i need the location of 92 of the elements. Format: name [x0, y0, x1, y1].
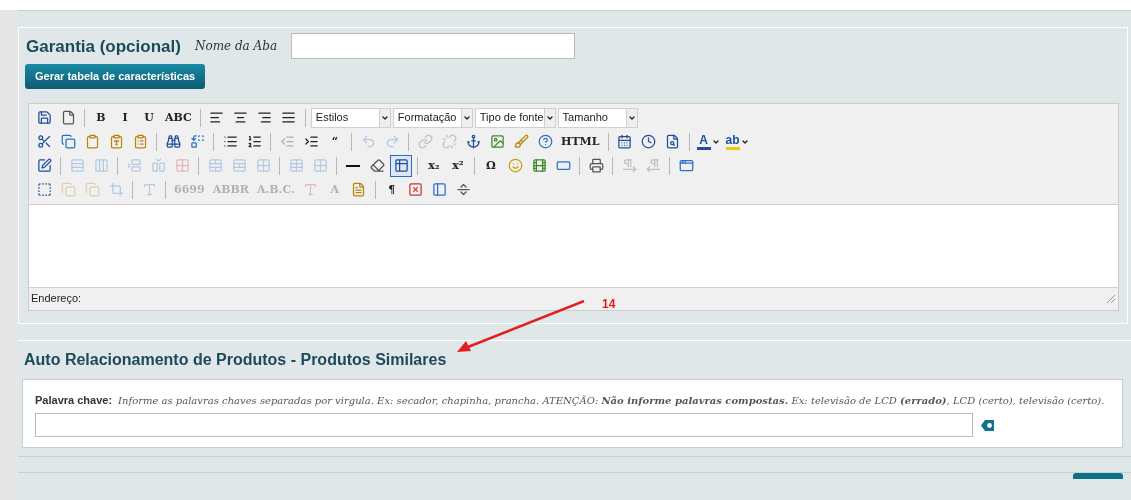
- toolbar-button[interactable]: HTML: [558, 130, 603, 153]
- table-icon: [288, 158, 304, 173]
- eraser-icon: [369, 158, 385, 173]
- toolbar-button[interactable]: ABC: [162, 106, 195, 129]
- window-icon: [678, 158, 694, 173]
- insert-column-icon: [150, 158, 166, 173]
- dropdown-label: Tipo de fonte: [479, 110, 544, 126]
- numbered-list-icon: [246, 134, 262, 149]
- toolbar-button[interactable]: x²: [447, 154, 469, 177]
- clock-icon: [641, 134, 656, 149]
- calendar-icon: [617, 134, 632, 149]
- copy-icon: [60, 182, 76, 197]
- unlink-icon: [441, 134, 457, 149]
- table-icon: [393, 158, 409, 173]
- save-icon: [36, 110, 52, 125]
- toolbar-button[interactable]: [390, 154, 412, 177]
- toolbar-button[interactable]: “: [324, 130, 346, 153]
- toolbar-button[interactable]: Ω: [480, 154, 502, 177]
- status-label: Endereço:: [31, 291, 82, 307]
- link-icon: [417, 134, 433, 149]
- color-button[interactable]: A: [694, 130, 722, 153]
- cell-grid-icon: [255, 158, 271, 173]
- clipboard-icon: [84, 134, 100, 149]
- help-icon: [537, 134, 553, 149]
- tab-name-field[interactable]: [291, 32, 576, 59]
- align-left-icon: [209, 110, 225, 125]
- scissors-icon: [36, 134, 52, 149]
- color-button[interactable]: ab: [723, 130, 751, 153]
- strikethrough-icon: [303, 182, 319, 197]
- clipboard-text-icon: [108, 134, 124, 149]
- toolbar-button[interactable]: U: [138, 106, 160, 129]
- page-icon: [60, 110, 76, 125]
- dropdown-label: Estilos: [315, 110, 349, 126]
- image-icon: [489, 134, 505, 149]
- page-search-icon: [665, 134, 680, 149]
- bar-icon: [555, 158, 571, 173]
- toolbar-dropdown[interactable]: Formatação: [392, 107, 473, 128]
- toolbar-button[interactable]: x₂: [423, 154, 445, 177]
- pilcrow-left-icon: [645, 158, 661, 173]
- bullet-list-icon: [222, 134, 238, 149]
- toolbar-dropdown[interactable]: Estilos: [310, 107, 391, 128]
- split-cells-icon: [231, 158, 247, 173]
- page-break-icon: [456, 182, 472, 197]
- text-style-icon: [141, 182, 157, 197]
- field-label: Nome da Aba: [194, 37, 278, 55]
- crossed-square-icon: [408, 182, 424, 197]
- dropdown-label: Formatação: [397, 110, 457, 126]
- cell-grid-icon: [174, 158, 190, 173]
- merge-cells-icon: [207, 158, 223, 173]
- toolbar-dropdown[interactable]: Tamanho: [557, 107, 638, 128]
- copy-icon: [84, 182, 100, 197]
- panel-icon: [432, 182, 448, 197]
- replace-icon: [189, 134, 205, 149]
- horizontal-line-icon: [346, 164, 360, 167]
- copy-icon: [60, 134, 76, 149]
- table-rows-icon: [69, 158, 85, 173]
- align-right-icon: [257, 110, 273, 125]
- annotation-number: 14: [602, 298, 616, 310]
- undo-icon: [360, 134, 376, 149]
- clipboard-list-icon: [132, 134, 148, 149]
- resize-grip-icon: [1106, 293, 1116, 304]
- dropdown-label: Tamanho: [562, 110, 608, 126]
- pilcrow-right-icon: [621, 158, 637, 173]
- field-label: Palavra chave:: [35, 392, 113, 408]
- document-icon: [351, 182, 367, 197]
- outdent-icon: [279, 134, 295, 149]
- indent-icon: [303, 134, 319, 149]
- help-tag-icon[interactable]: [981, 419, 994, 431]
- cell-grid-icon: [312, 158, 328, 173]
- hint-text: Informe as palavras chaves separadas por virgula. Ex: secador, chapinha, prancha. ATENÇÃO: Não informe palavras compostas. Ex: televisão de LCD (errado), LCD (certo), televisão (certo).: [118, 393, 1105, 408]
- smiley-icon: [507, 158, 523, 173]
- film-icon: [531, 158, 547, 173]
- keyword-field[interactable]: [35, 413, 973, 437]
- toolbar-button[interactable]: ¶: [380, 178, 403, 201]
- edit-icon: [36, 158, 52, 173]
- crop-icon: [108, 182, 124, 197]
- insert-row-icon: [126, 158, 142, 173]
- redo-icon: [384, 134, 400, 149]
- align-center-icon: [233, 110, 249, 125]
- brush-icon: [513, 134, 529, 149]
- binoculars-icon: [165, 134, 181, 149]
- toolbar-button[interactable]: I: [114, 106, 136, 129]
- section-title: Auto Relacionamento de Produtos - Produtos Similares: [23, 349, 448, 370]
- toolbar-button[interactable]: B: [90, 106, 112, 129]
- table-columns-icon: [93, 158, 109, 173]
- anchor-icon: [465, 134, 481, 149]
- generate-table-button[interactable]: Gerar tabela de características: [25, 63, 206, 89]
- toolbar-dropdown[interactable]: Tipo de fonte: [474, 107, 556, 128]
- dashed-square-icon: [36, 182, 52, 197]
- section-title: Garantia (opcional): [26, 36, 181, 58]
- printer-icon: [588, 158, 604, 173]
- align-justify-icon: [281, 110, 297, 125]
